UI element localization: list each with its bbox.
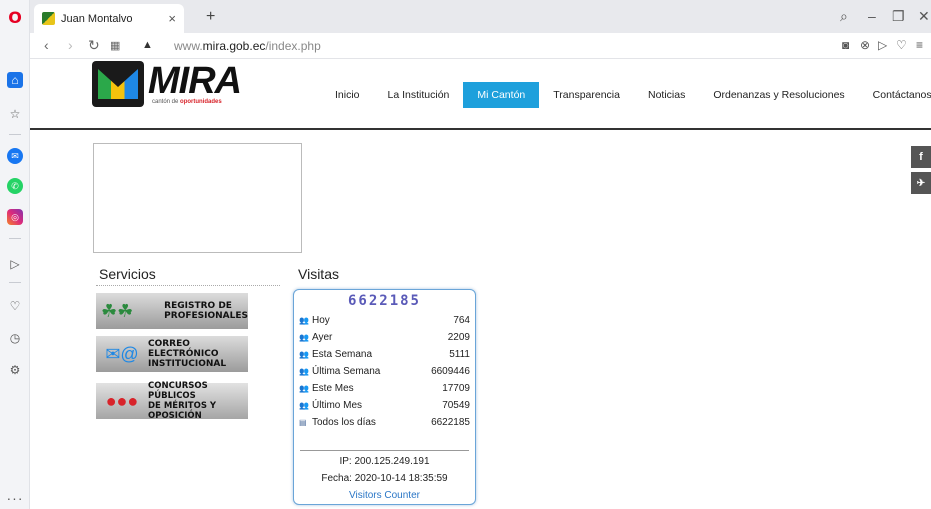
user-icon: 👥 — [299, 400, 309, 410]
banner-image — [93, 143, 302, 253]
menu-item-inicio[interactable]: Inicio — [321, 82, 374, 108]
servicios-title: Servicios — [99, 266, 156, 282]
menu-item-noticias[interactable]: Noticias — [634, 82, 699, 108]
user-icon: 👥 — [299, 383, 309, 393]
logo-word: MIRA — [148, 60, 242, 102]
logo-text: MIRA cantón de oportunidades — [148, 60, 242, 105]
star-icon[interactable]: ☆ — [7, 106, 23, 122]
back-icon[interactable]: ‹ — [44, 37, 49, 53]
forward-icon[interactable]: › — [68, 37, 73, 53]
history-icon[interactable]: ◷ — [7, 330, 23, 346]
twitter-icon[interactable]: ✈ — [911, 172, 931, 194]
menu-item-mi-canton[interactable]: Mi Cantón — [463, 82, 540, 108]
menu-item-institucion[interactable]: La Institución — [374, 82, 464, 108]
visitor-ip: IP: 200.125.249.191 — [339, 456, 430, 467]
facebook-icon[interactable]: f — [911, 146, 931, 168]
address-bar: ‹ › ↻ ▦ ▲ www.mira.gob.ec/index.php ◙ ⊗ … — [30, 33, 931, 59]
visitor-date: Fecha: 2020-10-14 18:35:59 — [321, 473, 448, 484]
service-correo-institucional[interactable]: ✉@ CORREO ELECTRÓNICO INSTITUCIONAL — [96, 336, 248, 372]
service-registro-profesionales[interactable]: ☘☘ REGISTRO DE PROFESIONALES — [96, 293, 248, 329]
flow-icon[interactable]: ▷ — [878, 38, 887, 52]
visits-row-hoy: 👥 Hoy 764 — [299, 314, 470, 326]
main-menu: Inicio La Institución Mi Cantón Transpar… — [321, 82, 931, 108]
logo-mark-icon — [92, 61, 144, 107]
sidebar-divider — [9, 238, 21, 239]
close-icon[interactable]: × — [168, 11, 176, 26]
service-label: CONCURSOS PÚBLICOS DE MÉRITOS Y OPOSICIÓN — [148, 381, 217, 421]
visitors-counter-link[interactable]: Visitors Counter — [294, 490, 475, 501]
site-header: MIRA cantón de oportunidades Inicio La I… — [30, 59, 931, 130]
warning-icon[interactable]: ▲ — [142, 39, 153, 51]
browser-tab[interactable]: Juan Montalvo × — [34, 4, 184, 33]
bookmark-heart-icon[interactable]: ♡ — [896, 38, 907, 52]
service-label: CORREO ELECTRÓNICO INSTITUCIONAL — [148, 339, 227, 369]
instagram-icon[interactable]: ◎ — [7, 209, 23, 225]
visits-row-ultima-semana: 👥 Última Semana 6609446 — [299, 365, 470, 377]
browser-window: O ⌂ ☆ ✉ ✆ ◎ ▷ ♡ ◷ ⚙ ··· Juan Montalvo × … — [0, 0, 931, 509]
user-icon: 👥 — [299, 366, 309, 376]
restore-icon[interactable]: ❐ — [892, 8, 905, 25]
visits-row-ultimo-mes: 👥 Último Mes 70549 — [299, 399, 470, 411]
service-concursos-publicos[interactable]: ●●● CONCURSOS PÚBLICOS DE MÉRITOS Y OPOSI… — [96, 381, 248, 421]
visits-row-todos: ▤ Todos los días 6622185 — [299, 416, 470, 428]
url-field[interactable]: www.mira.gob.ec/index.php — [174, 39, 321, 53]
favicon-icon — [42, 12, 55, 25]
menu-item-contactanos[interactable]: Contáctanos — [859, 82, 931, 108]
site-logo[interactable]: MIRA cantón de oportunidades — [92, 59, 242, 109]
adblock-icon[interactable]: ⊗ — [860, 38, 870, 52]
candidates-icon: ●●● — [105, 390, 139, 411]
visits-divider — [300, 450, 469, 451]
camera-icon[interactable]: ◙ — [842, 38, 849, 52]
user-icon: 👥 — [299, 349, 309, 359]
speed-dial-icon[interactable]: ▦ — [110, 39, 120, 52]
tab-title: Juan Montalvo — [61, 12, 133, 25]
opera-logo-icon[interactable]: O — [7, 8, 23, 27]
sidebar-divider — [9, 282, 21, 283]
visits-row-ayer: 👥 Ayer 2209 — [299, 331, 470, 343]
window-close-icon[interactable]: ✕ — [918, 8, 930, 25]
whatsapp-icon[interactable]: ✆ — [7, 178, 23, 194]
browser-sidebar: O ⌂ ☆ ✉ ✆ ◎ ▷ ♡ ◷ ⚙ ··· — [0, 0, 30, 509]
more-icon[interactable]: ··· — [7, 490, 23, 506]
visits-row-este-mes: 👥 Este Mes 17709 — [299, 382, 470, 394]
heart-icon[interactable]: ♡ — [7, 298, 23, 314]
menu-item-ordenanzas[interactable]: Ordenanzas y Resoluciones — [699, 82, 858, 108]
menu-item-transparencia[interactable]: Transparencia — [539, 82, 634, 108]
reload-icon[interactable]: ↻ — [88, 37, 100, 54]
visitor-counter-widget: 6622185 👥 Hoy 764 👥 Ayer 2209 👥 Esta Semana 51… — [293, 289, 476, 505]
user-icon: 👥 — [299, 315, 309, 325]
minimize-icon[interactable]: – — [868, 8, 876, 24]
send-icon[interactable]: ▷ — [7, 256, 23, 272]
new-tab-button[interactable]: + — [206, 8, 215, 26]
chart-icon: ▤ — [299, 417, 307, 427]
people-icon: ☘☘ — [100, 300, 134, 321]
sidebar-divider — [9, 134, 21, 135]
visitor-count: 6622185 — [347, 293, 421, 309]
home-icon[interactable]: ⌂ — [7, 72, 23, 88]
visitas-title: Visitas — [298, 266, 339, 282]
tab-strip: Juan Montalvo × + ⌕ – ❐ ✕ — [30, 0, 931, 33]
service-label: REGISTRO DE PROFESIONALES — [164, 301, 248, 321]
visits-row-esta-semana: 👥 Esta Semana 5111 — [299, 348, 470, 360]
easy-setup-icon[interactable]: ≡ — [916, 38, 923, 52]
email-icon: ✉@ — [105, 343, 139, 364]
gear-icon[interactable]: ⚙ — [7, 362, 23, 378]
servicios-divider — [96, 285, 280, 286]
messenger-icon[interactable]: ✉ — [7, 148, 23, 164]
user-icon: 👥 — [299, 332, 309, 342]
search-icon[interactable]: ⌕ — [840, 8, 848, 25]
